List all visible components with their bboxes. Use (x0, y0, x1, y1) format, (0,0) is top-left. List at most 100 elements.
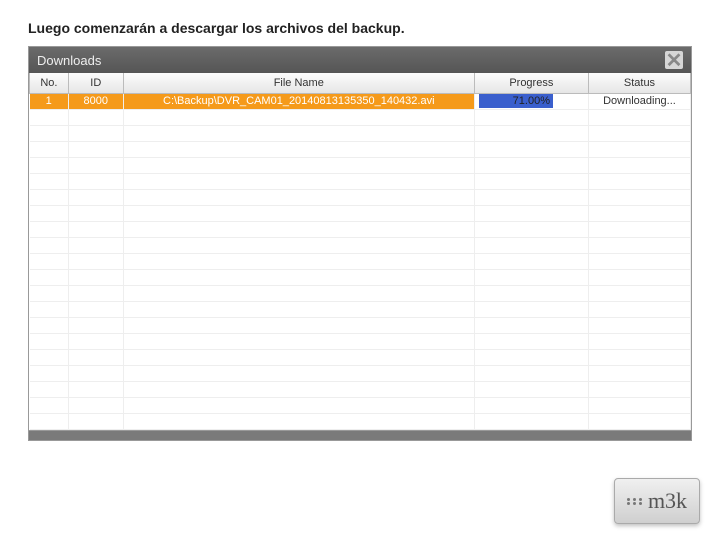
col-header-id[interactable]: ID (68, 73, 123, 93)
downloads-table: No. ID File Name Progress Status 18000C:… (29, 73, 691, 430)
cell-empty (588, 141, 690, 157)
cell-empty (30, 141, 69, 157)
cell-empty (474, 317, 588, 333)
cell-empty (30, 301, 69, 317)
cell-empty (123, 269, 474, 285)
cell-empty (30, 157, 69, 173)
cell-empty (30, 253, 69, 269)
cell-empty (123, 413, 474, 429)
progress-bar: 71.00% (479, 94, 584, 108)
logo-text: m3k (648, 488, 687, 514)
cell-empty (588, 381, 690, 397)
cell-empty (68, 349, 123, 365)
cell-empty (588, 157, 690, 173)
cell-empty (30, 237, 69, 253)
cell-empty (588, 397, 690, 413)
table-row-empty (30, 125, 691, 141)
window-title: Downloads (37, 53, 101, 68)
cell-empty (588, 349, 690, 365)
table-row-empty (30, 157, 691, 173)
cell-empty (68, 157, 123, 173)
col-header-status[interactable]: Status (588, 73, 690, 93)
cell-empty (30, 109, 69, 125)
cell-empty (123, 125, 474, 141)
table-row-empty (30, 269, 691, 285)
progress-text: 71.00% (479, 94, 584, 108)
cell-empty (474, 253, 588, 269)
cell-id: 8000 (68, 93, 123, 109)
cell-empty (30, 349, 69, 365)
table-row-empty (30, 301, 691, 317)
cell-empty (123, 157, 474, 173)
cell-empty (123, 189, 474, 205)
table-row-empty (30, 189, 691, 205)
cell-empty (68, 397, 123, 413)
cell-empty (588, 221, 690, 237)
cell-empty (123, 349, 474, 365)
table-row[interactable]: 18000C:\Backup\DVR_CAM01_20140813135350_… (30, 93, 691, 109)
cell-empty (123, 173, 474, 189)
cell-empty (30, 189, 69, 205)
cell-empty (123, 221, 474, 237)
cell-empty (474, 381, 588, 397)
cell-empty (588, 413, 690, 429)
cell-empty (474, 285, 588, 301)
cell-empty (30, 381, 69, 397)
table-row-empty (30, 333, 691, 349)
table-row-empty (30, 413, 691, 429)
cell-empty (68, 125, 123, 141)
cell-empty (123, 141, 474, 157)
cell-empty (30, 365, 69, 381)
cell-empty (588, 109, 690, 125)
instruction-text: Luego comenzarán a descargar los archivo… (0, 0, 720, 46)
cell-empty (123, 317, 474, 333)
table-row-empty (30, 221, 691, 237)
col-header-progress[interactable]: Progress (474, 73, 588, 93)
col-header-file[interactable]: File Name (123, 73, 474, 93)
cell-empty (68, 237, 123, 253)
table-row-empty (30, 237, 691, 253)
col-header-no[interactable]: No. (30, 73, 69, 93)
window-titlebar: Downloads ✕ (29, 47, 691, 73)
cell-empty (588, 253, 690, 269)
cell-empty (123, 205, 474, 221)
cell-empty (474, 413, 588, 429)
cell-empty (474, 269, 588, 285)
cell-empty (588, 125, 690, 141)
cell-empty (30, 397, 69, 413)
cell-empty (30, 125, 69, 141)
cell-empty (123, 301, 474, 317)
cell-empty (588, 365, 690, 381)
table-row-empty (30, 253, 691, 269)
cell-empty (123, 365, 474, 381)
table-row-empty (30, 317, 691, 333)
cell-empty (474, 173, 588, 189)
cell-empty (474, 349, 588, 365)
cell-empty (68, 253, 123, 269)
cell-empty (123, 381, 474, 397)
cell-empty (68, 141, 123, 157)
cell-empty (30, 317, 69, 333)
downloads-window: Downloads ✕ No. ID File Name Progress St… (28, 46, 692, 431)
cell-empty (588, 333, 690, 349)
cell-empty (68, 173, 123, 189)
cell-empty (588, 285, 690, 301)
cell-empty (30, 269, 69, 285)
cell-empty (474, 109, 588, 125)
cell-empty (30, 205, 69, 221)
cell-empty (68, 413, 123, 429)
cell-empty (474, 221, 588, 237)
cell-empty (123, 285, 474, 301)
table-row-empty (30, 349, 691, 365)
cell-empty (123, 237, 474, 253)
cell-empty (588, 301, 690, 317)
table-body: 18000C:\Backup\DVR_CAM01_20140813135350_… (30, 93, 691, 429)
cell-empty (68, 317, 123, 333)
cell-empty (474, 141, 588, 157)
cell-empty (68, 301, 123, 317)
close-icon[interactable]: ✕ (665, 51, 683, 69)
cell-empty (30, 285, 69, 301)
cell-empty (30, 221, 69, 237)
cell-empty (474, 205, 588, 221)
cell-empty (68, 269, 123, 285)
